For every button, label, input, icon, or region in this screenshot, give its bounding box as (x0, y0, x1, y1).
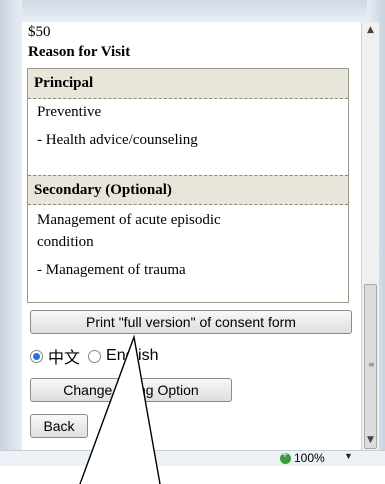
principal-line: - Health advice/counseling (37, 132, 198, 148)
secondary-header: Secondary (Optional) (28, 175, 348, 205)
zoom-dropdown-icon[interactable]: ▼ (344, 451, 353, 461)
status-bar: 100% ▼ (0, 450, 385, 466)
secondary-body: Management of acute episodic condition -… (28, 209, 348, 281)
vertical-scrollbar[interactable]: ▲ ≡ ▼ (361, 22, 379, 450)
window-top-frame (0, 0, 385, 22)
print-consent-button[interactable]: Print "full version" of consent form (30, 310, 352, 334)
back-button[interactable]: Back (30, 414, 88, 438)
language-selector: 中文 English (30, 344, 159, 368)
scroll-thumb[interactable]: ≡ (364, 284, 377, 449)
amount-text: $50 (28, 24, 51, 40)
radio-english[interactable] (88, 349, 102, 363)
reason-for-visit-heading: Reason for Visit (28, 44, 131, 60)
scroll-up-icon[interactable]: ▲ (362, 22, 379, 39)
window-left-frame (0, 0, 22, 465)
radio-chinese[interactable] (30, 349, 43, 363)
reason-table: Principal Preventive - Health advice/cou… (27, 68, 349, 303)
page-content: $50 Reason for Visit Principal Preventiv… (24, 22, 361, 450)
scroll-down-icon[interactable]: ▼ (362, 432, 379, 449)
secondary-line: - Management of trauma (37, 262, 186, 278)
scroll-grip-icon: ≡ (368, 360, 375, 369)
principal-header: Principal (28, 69, 348, 99)
radio-english-label[interactable]: English (106, 347, 158, 365)
zoom-icon (280, 450, 291, 464)
principal-body: Preventive - Health advice/counseling (28, 101, 348, 151)
change-billing-option-button[interactable]: Change Billing Option (30, 378, 232, 402)
secondary-line: condition (37, 234, 94, 250)
secondary-line: Management of acute episodic (37, 212, 221, 228)
zoom-control[interactable]: 100% (280, 450, 325, 465)
radio-chinese-label[interactable]: 中文 (48, 344, 80, 368)
zoom-level: 100% (294, 451, 325, 465)
principal-line: Preventive (37, 104, 102, 120)
